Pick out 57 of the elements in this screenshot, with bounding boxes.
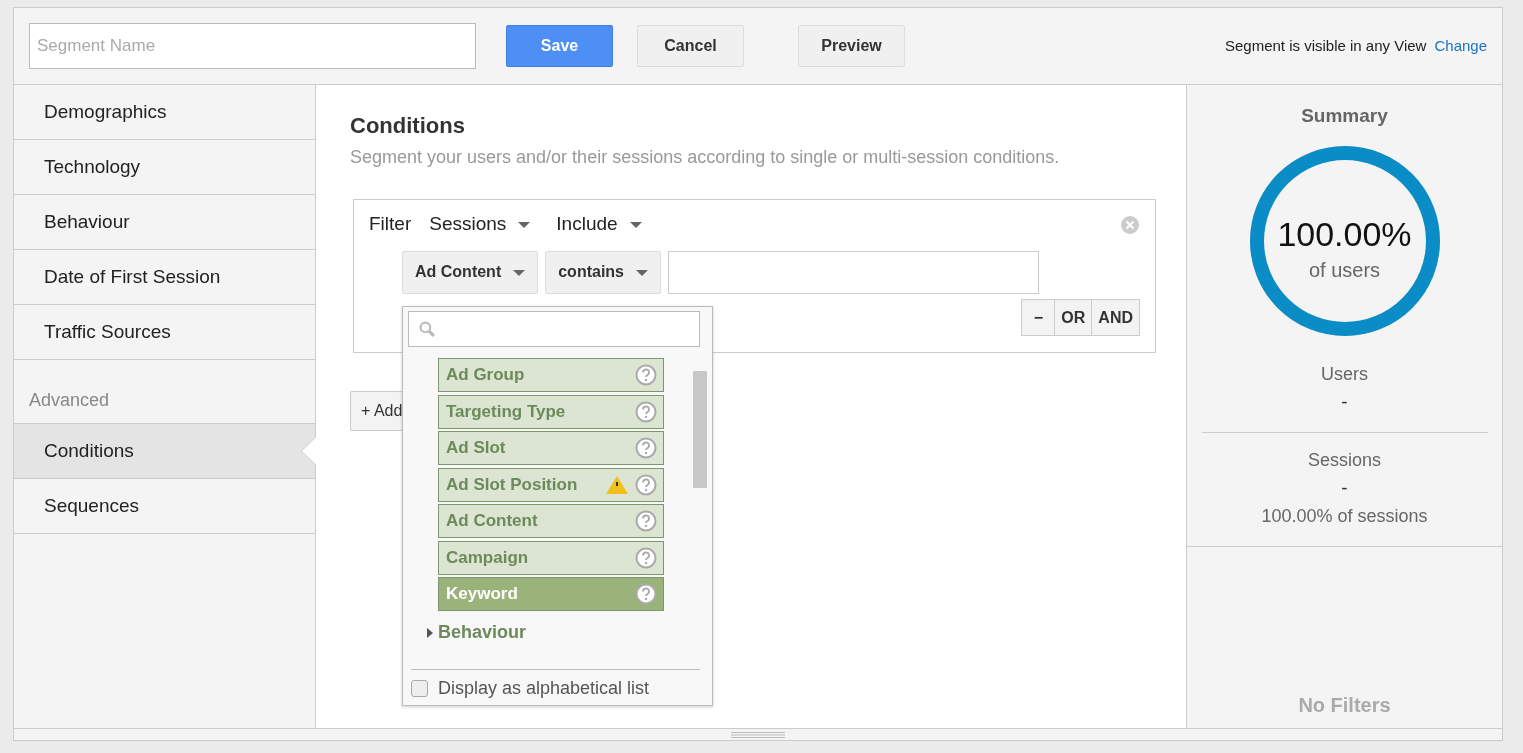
item-label: Ad Slot [446,437,506,460]
stat-share: 100.00% of sessions [1261,504,1428,528]
stat-label: Sessions [1307,449,1381,472]
resize-handle[interactable] [731,731,785,738]
help-icon [635,510,657,532]
remove-button[interactable]: − [1021,299,1056,336]
sidebar-item[interactable]: Demographics [14,85,315,140]
stat-value: - [1341,389,1348,414]
checkbox[interactable] [411,680,428,697]
help-icon [635,473,657,496]
dropdown-select[interactable]: Sessions [429,210,531,239]
sidebar-item[interactable]: Traffic Sources [14,305,315,360]
item-label: Targeting Type [446,400,566,423]
warning-icon [605,474,629,495]
meter-caption: of users [1307,257,1382,283]
close-icon [1121,216,1139,234]
item-label: Keyword [446,583,518,606]
dropdown-button[interactable]: Ad Content [402,250,539,294]
preview-button[interactable]: Preview [798,25,905,67]
section-subtitle: Segment your users and/or their sessions according to single or multi-session conditions. [350,146,1061,169]
dropdown-button[interactable]: contains [545,250,661,294]
summary-title: Summary [1301,104,1388,128]
item-label: Campaign [446,546,529,569]
sidebar-item[interactable]: Behaviour [14,195,315,250]
stat-value: - [1341,476,1348,500]
segment-name-field[interactable]: Segment Name [29,23,476,69]
item-label: Ad Group [446,364,525,387]
sidebar-item[interactable]: Technology [14,140,315,195]
search-field[interactable] [408,311,700,347]
item-label: Ad Slot Position [446,473,578,496]
search-icon [419,321,435,337]
scrollbar-thumb[interactable] [693,371,707,488]
tree-group[interactable]: Behaviour [427,619,527,646]
section-title: Conditions [350,112,466,140]
help-icon [635,400,657,423]
stat-label: Users [1321,362,1368,386]
sidebar-item[interactable]: Sequences [14,479,315,534]
value-field[interactable] [668,250,1039,294]
and-button[interactable]: AND [1091,299,1140,336]
or-button[interactable]: OR [1054,299,1093,336]
percentage-value: 100.00% [1276,216,1413,251]
expander-icon [427,627,433,638]
empty-message: No Filters [1298,692,1391,718]
help-icon [635,437,657,459]
add-button[interactable]: + Add [350,391,402,431]
checkbox-label: Display as alphabetical list [438,677,650,700]
visibility-text: Segment is visible in any View [1224,35,1427,56]
dropdown-select[interactable]: Include [556,210,642,239]
filter-label: Filter [369,212,412,236]
sidebar-item[interactable]: Date of First Session [14,250,315,305]
cancel-button[interactable]: Cancel [637,25,744,67]
help-icon [635,583,657,605]
item-label: Ad Content [446,510,538,533]
help-icon [635,364,657,386]
group-label: Behaviour [438,621,527,644]
help-icon [635,546,657,569]
change-link[interactable]: Change [1434,34,1487,58]
